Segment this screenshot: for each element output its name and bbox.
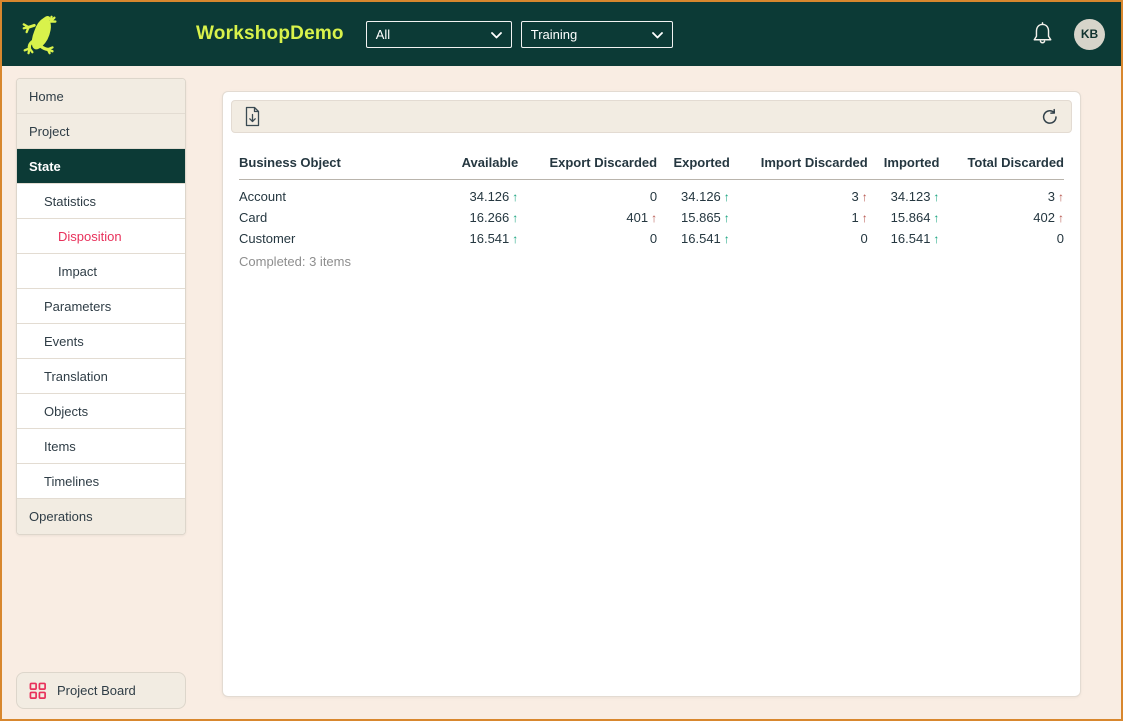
cell-value: 15.865↑ (657, 207, 730, 228)
table-row-customer: Customer16.541↑016.541↑016.541↑0 (239, 228, 1064, 249)
cell-value: 34.123↑ (868, 180, 940, 208)
cell-value: 16.541↑ (657, 228, 730, 249)
project-filter-select[interactable]: All (366, 21, 512, 48)
column-header-available: Available (445, 143, 518, 180)
cell-value: 16.541↑ (445, 228, 518, 249)
sidebar-item-timelines[interactable]: Timelines (17, 464, 185, 499)
frog-logo (2, 9, 80, 59)
sidebar-item-operations[interactable]: Operations (17, 499, 185, 534)
chevron-down-icon (491, 27, 502, 42)
trend-up-arrow-icon: ↑ (1058, 190, 1064, 204)
chevron-down-icon (652, 27, 663, 42)
table-wrap: Business ObjectAvailableExport Discarded… (223, 141, 1080, 249)
column-header-exported: Exported (657, 143, 730, 180)
table-row-card: Card16.266↑401↑15.865↑1↑15.864↑402↑ (239, 207, 1064, 228)
app-window: WorkshopDemo All Training KB HomeProject… (0, 0, 1123, 721)
app-title: WorkshopDemo (196, 23, 344, 45)
project-filter-value: All (376, 27, 390, 42)
cell-value: 0 (518, 180, 657, 208)
sidebar-item-events[interactable]: Events (17, 324, 185, 359)
trend-up-arrow-icon: ↑ (512, 232, 518, 246)
refresh-icon[interactable] (1039, 106, 1061, 128)
environment-filter-value: Training (531, 27, 577, 42)
sidebar-item-translation[interactable]: Translation (17, 359, 185, 394)
trend-up-arrow-icon: ↑ (512, 190, 518, 204)
sidebar-nav: HomeProjectStateStatisticsDispositionImp… (16, 78, 186, 535)
content-card: Business ObjectAvailableExport Discarded… (222, 91, 1081, 697)
table-header-row: Business ObjectAvailableExport Discarded… (239, 143, 1064, 180)
avatar[interactable]: KB (1074, 19, 1105, 50)
sidebar-item-home[interactable]: Home (17, 79, 185, 114)
trend-up-arrow-icon: ↑ (651, 211, 657, 225)
column-header-total-discarded: Total Discarded (939, 143, 1064, 180)
environment-filter-select[interactable]: Training (521, 21, 673, 48)
cell-value: 402↑ (939, 207, 1064, 228)
grid-icon (29, 682, 47, 700)
column-header-imported: Imported (868, 143, 940, 180)
trend-up-arrow-icon: ↑ (1058, 211, 1064, 225)
column-header-export-discarded: Export Discarded (518, 143, 657, 180)
cell-business-object: Card (239, 207, 445, 228)
cell-value: 3↑ (939, 180, 1064, 208)
cell-value: 3↑ (730, 180, 868, 208)
cell-value: 34.126↑ (657, 180, 730, 208)
column-header-import-discarded: Import Discarded (730, 143, 868, 180)
sidebar-item-disposition[interactable]: Disposition (17, 219, 185, 254)
sidebar-item-project[interactable]: Project (17, 114, 185, 149)
file-download-icon[interactable] (242, 104, 263, 129)
trend-up-arrow-icon: ↑ (724, 211, 730, 225)
sidebar-item-impact[interactable]: Impact (17, 254, 185, 289)
trend-up-arrow-icon: ↑ (933, 211, 939, 225)
table-row-account: Account34.126↑034.126↑3↑34.123↑3↑ (239, 180, 1064, 208)
cell-value: 1↑ (730, 207, 868, 228)
cell-business-object: Account (239, 180, 445, 208)
trend-up-arrow-icon: ↑ (724, 232, 730, 246)
cell-value: 0 (730, 228, 868, 249)
project-board-button[interactable]: Project Board (16, 672, 186, 709)
sidebar-item-items[interactable]: Items (17, 429, 185, 464)
trend-up-arrow-icon: ↑ (862, 211, 868, 225)
column-header-business-object: Business Object (239, 143, 445, 180)
sidebar-item-statistics[interactable]: Statistics (17, 184, 185, 219)
cell-value: 16.541↑ (868, 228, 940, 249)
body-area: HomeProjectStateStatisticsDispositionImp… (2, 66, 1121, 719)
sidebar-item-objects[interactable]: Objects (17, 394, 185, 429)
sidebar-item-parameters[interactable]: Parameters (17, 289, 185, 324)
trend-up-arrow-icon: ↑ (724, 190, 730, 204)
sidebar-item-state[interactable]: State (17, 149, 185, 184)
disposition-table: Business ObjectAvailableExport Discarded… (239, 143, 1064, 249)
cell-value: 0 (518, 228, 657, 249)
trend-up-arrow-icon: ↑ (512, 211, 518, 225)
top-bar: WorkshopDemo All Training KB (2, 2, 1121, 66)
cell-value: 16.266↑ (445, 207, 518, 228)
cell-value: 0 (939, 228, 1064, 249)
cell-value: 15.864↑ (868, 207, 940, 228)
cell-value: 401↑ (518, 207, 657, 228)
cell-value: 34.126↑ (445, 180, 518, 208)
trend-up-arrow-icon: ↑ (933, 190, 939, 204)
project-board-label: Project Board (57, 683, 136, 698)
trend-up-arrow-icon: ↑ (933, 232, 939, 246)
completed-status: Completed: 3 items (223, 249, 1080, 274)
cell-business-object: Customer (239, 228, 445, 249)
trend-up-arrow-icon: ↑ (862, 190, 868, 204)
notification-bell-icon[interactable] (1029, 19, 1056, 49)
toolbar (231, 100, 1072, 133)
